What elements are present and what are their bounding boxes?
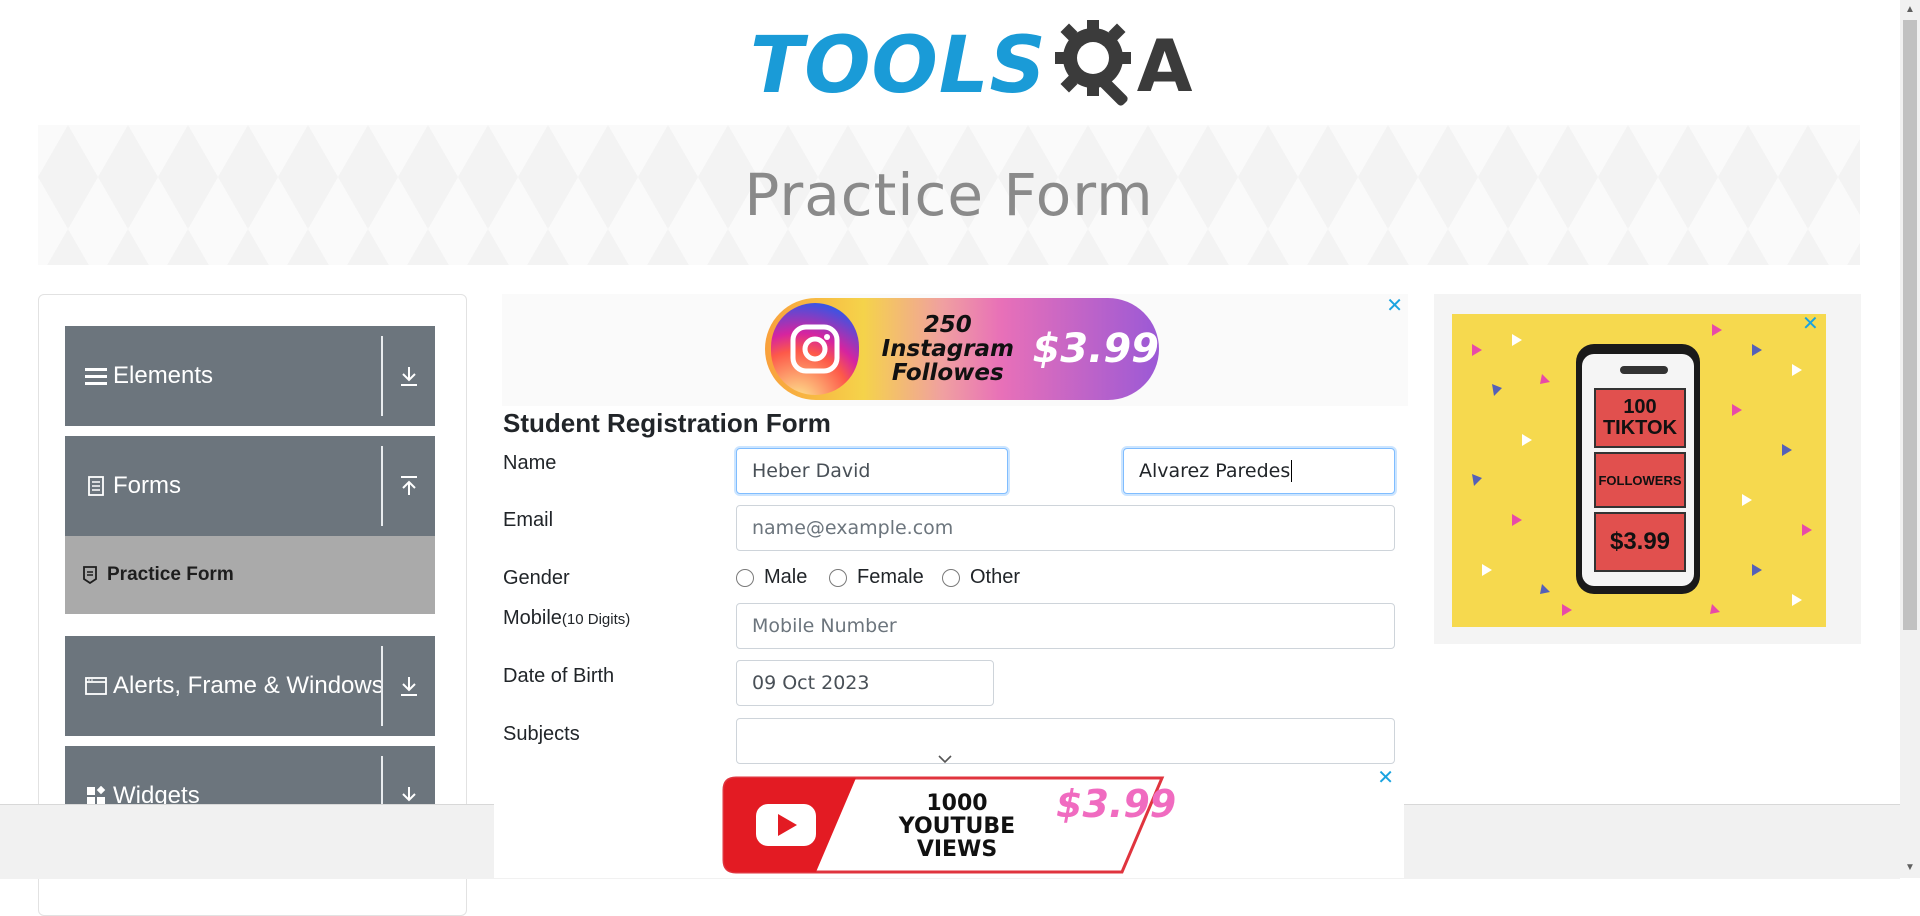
download-arrow-icon[interactable] (393, 636, 425, 736)
page-title: Practice Form (744, 161, 1154, 229)
ad-banner-instagram[interactable]: 250 Instagram Followes $3.99 ✕ (502, 294, 1408, 406)
sidebar-group-label: Forms (113, 472, 181, 499)
instagram-icon (771, 303, 860, 395)
ad-text-line: YOUTUBE VIEWS (898, 814, 1016, 863)
mobile-hint: (10 Digits) (561, 611, 631, 628)
divider (381, 336, 383, 416)
divider (381, 446, 383, 526)
last-name-value: Alvarez Paredes (1139, 460, 1291, 482)
email-field[interactable]: name@example.com (736, 505, 1395, 551)
instagram-ad[interactable]: 250 Instagram Followes $3.99 (765, 298, 1159, 400)
ad-text-line: TIKTOK (1602, 417, 1678, 439)
ad-text-line: FOLLOWERS (1594, 452, 1686, 508)
first-name-field[interactable]: Heber David (736, 448, 1008, 494)
form-icon (83, 566, 103, 584)
radio-circle[interactable] (736, 568, 754, 587)
sidebar-group-label: Elements (113, 362, 214, 389)
mobile-label: Mobile(10 Digits) (503, 607, 630, 630)
ad-banner-youtube[interactable]: 1000 YOUTUBE VIEWS $3.99 ✕ (494, 768, 1404, 878)
scroll-up-icon[interactable]: ▲ (1900, 0, 1920, 20)
radio-circle[interactable] (942, 568, 960, 587)
last-name-field[interactable]: Alvarez Paredes (1123, 448, 1395, 494)
widgets-icon (83, 786, 109, 806)
gender-radio-male[interactable]: Male (736, 566, 807, 589)
scrollbar-thumb[interactable] (1903, 20, 1917, 630)
email-label: Email (503, 509, 554, 531)
name-label: Name (503, 452, 557, 474)
gear-icon (1053, 16, 1141, 117)
ad-text: 1000 YOUTUBE VIEWS (887, 792, 1027, 861)
ad-text-line: 100 (1623, 396, 1657, 418)
ad-text-line: Followes (891, 360, 1004, 387)
mobile-label-text: Mobile (503, 607, 562, 629)
divider (381, 646, 383, 726)
ad-price: $3.99 (1032, 326, 1159, 372)
ad-text-line: 1000 (926, 791, 988, 816)
toolsqa-logo[interactable]: TOOLS A (750, 16, 1192, 117)
document-icon (83, 476, 109, 496)
tiktok-ad[interactable]: 100 TIKTOK FOLLOWERS $3.99 (1452, 314, 1826, 627)
radio-label: Male (764, 566, 808, 588)
logo-text-a: A (1136, 24, 1193, 108)
page-banner: Practice Form (38, 125, 1860, 265)
close-icon[interactable]: ✕ (1802, 314, 1819, 334)
scroll-down-icon[interactable]: ▼ (1900, 858, 1920, 878)
close-icon[interactable]: ✕ (1377, 768, 1394, 788)
sidebar-group-label: Alerts, Frame & Windows (113, 672, 384, 699)
mobile-field[interactable]: Mobile Number (736, 603, 1395, 649)
radio-circle[interactable] (829, 568, 847, 587)
radio-label: Female (857, 566, 924, 588)
vertical-scrollbar[interactable]: ▲ ▼ (1900, 0, 1920, 878)
dob-label: Date of Birth (503, 665, 615, 687)
sidebar-item-label: Practice Form (107, 564, 234, 585)
phone-illustration: 100 TIKTOK FOLLOWERS $3.99 (1576, 344, 1700, 594)
sidebar-group-alerts[interactable]: Alerts, Frame & Windows (65, 636, 435, 736)
ad-banner-tiktok[interactable]: 100 TIKTOK FOLLOWERS $3.99 ✕ (1434, 294, 1861, 644)
gender-radio-other[interactable]: Other (942, 566, 1020, 589)
gender-label: Gender (503, 567, 570, 589)
chevron-down-icon[interactable] (937, 747, 953, 769)
ad-text: 250 Instagram Followes (871, 311, 1024, 387)
sidebar-item-practice-form[interactable]: Practice Form (65, 536, 435, 614)
download-arrow-icon[interactable] (393, 326, 425, 426)
close-icon[interactable]: ✕ (1386, 296, 1403, 316)
ad-price: $3.99 (1056, 782, 1177, 826)
ad-text-line: 250 Instagram (881, 311, 1015, 362)
date-of-birth-field[interactable]: 09 Oct 2023 (736, 660, 994, 706)
tiktok-count-box: 100 TIKTOK (1594, 388, 1686, 448)
radio-label: Other (970, 566, 1021, 588)
hamburger-icon (83, 366, 109, 386)
ad-price: $3.99 (1594, 512, 1686, 572)
window-icon (83, 677, 109, 695)
upload-arrow-icon[interactable] (393, 436, 425, 536)
sidebar-group-elements[interactable]: Elements (65, 326, 435, 426)
logo-text-tools: TOOLS (750, 21, 1047, 111)
subjects-label: Subjects (503, 723, 580, 745)
text-cursor (1291, 460, 1293, 482)
subjects-field[interactable] (736, 718, 1395, 764)
sidebar-group-forms[interactable]: Forms (65, 436, 435, 536)
gender-radio-female[interactable]: Female (829, 566, 924, 589)
form-title: Student Registration Form (503, 408, 831, 438)
